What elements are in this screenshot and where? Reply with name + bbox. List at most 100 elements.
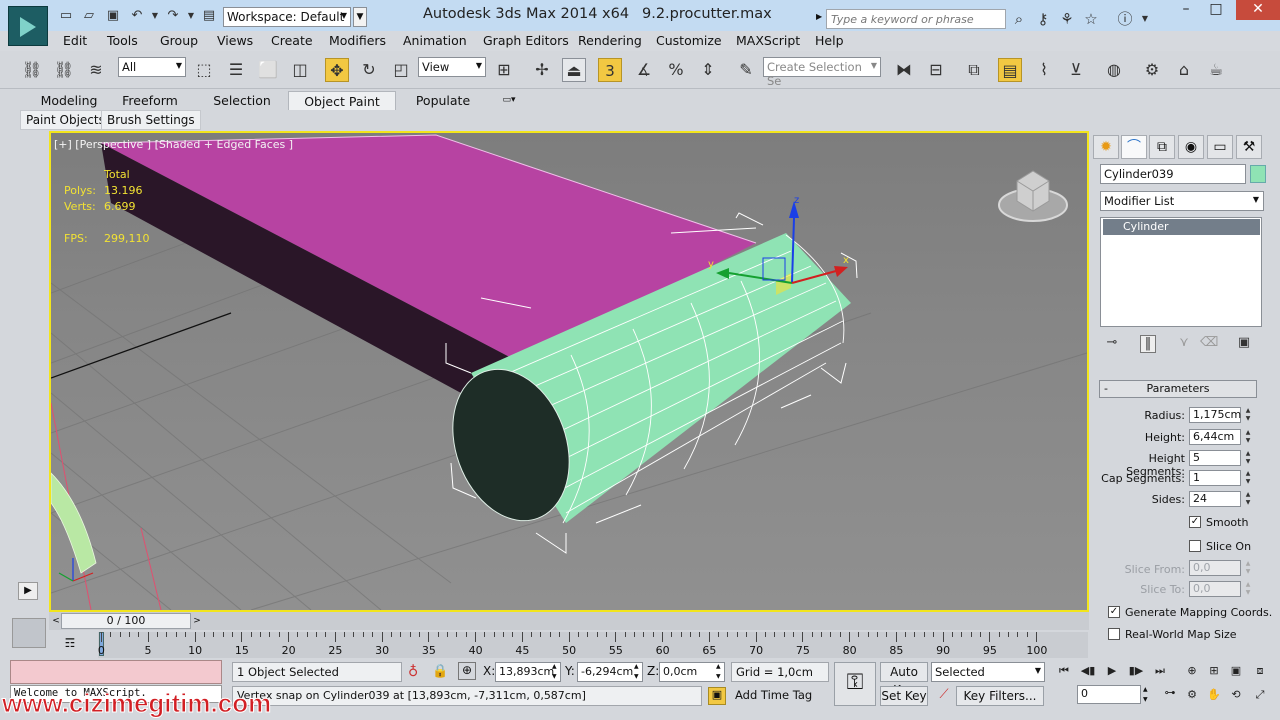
minimize-icon[interactable]: – xyxy=(1172,0,1200,20)
view-cube[interactable] xyxy=(998,170,1068,222)
go-to-end-icon[interactable]: ⏭ xyxy=(1150,664,1170,680)
app-logo-button[interactable] xyxy=(8,6,48,46)
height-field[interactable]: 6,44cm xyxy=(1189,429,1241,445)
layer-manager-icon[interactable]: ⧉ xyxy=(962,58,986,82)
help-icon[interactable]: ⓘ xyxy=(1116,10,1134,28)
play-animation-icon[interactable]: ▶ xyxy=(1102,664,1122,680)
utilities-panel-icon[interactable]: ⚒ xyxy=(1236,135,1262,159)
object-name-field[interactable]: Cylinder039 xyxy=(1100,164,1246,184)
pin-stack-icon[interactable]: ⊸ xyxy=(1104,335,1120,353)
sides-spinner[interactable]: ▲ ▼ xyxy=(1243,491,1253,507)
undo-icon[interactable]: ↶ xyxy=(129,8,145,23)
slice-to-field[interactable]: 0,0 xyxy=(1189,581,1241,597)
height-spinner[interactable]: ▲ ▼ xyxy=(1243,429,1253,445)
absolute-mode-icon[interactable]: ⊕ xyxy=(458,662,476,680)
select-object-icon[interactable]: ⬚ xyxy=(192,58,216,82)
time-slider[interactable] xyxy=(49,612,1089,630)
next-key-icon[interactable]: ▮▶ xyxy=(1126,664,1146,680)
subtab-brush-settings[interactable]: Brush Settings xyxy=(101,110,201,130)
slice-to-spinner[interactable]: ▲ ▼ xyxy=(1243,581,1253,597)
next-frame-icon[interactable]: > xyxy=(191,613,203,629)
smooth-checkbox[interactable]: ✓ xyxy=(1189,516,1201,528)
menu-animation[interactable]: Animation xyxy=(403,33,467,48)
height-segments-spinner[interactable]: ▲ ▼ xyxy=(1243,450,1253,466)
schematic-view-icon[interactable]: ⊻ xyxy=(1064,58,1088,82)
mirror-icon[interactable]: ⧓ xyxy=(892,58,916,82)
align-icon[interactable]: ⊟ xyxy=(924,58,948,82)
help-dropdown-icon[interactable]: ▼ xyxy=(1136,10,1154,28)
communication-center-icon[interactable]: ⚘ xyxy=(1058,10,1076,28)
subscription-icon[interactable]: ⚷ xyxy=(1034,10,1052,28)
scene-explorer-icon[interactable]: ▤ xyxy=(998,58,1022,82)
rectangular-selection-icon[interactable]: ⬜ xyxy=(256,58,280,82)
render-production-icon[interactable]: ☕ xyxy=(1204,58,1228,82)
zoom-icon[interactable]: ⊕ xyxy=(1182,664,1202,680)
remove-modifier-icon[interactable]: ⌫ xyxy=(1200,335,1218,353)
maxscript-mini-listener[interactable] xyxy=(10,660,222,684)
menu-maxscript[interactable]: MAXScript xyxy=(736,33,800,48)
undo-dropdown-icon[interactable]: ▼ xyxy=(147,8,163,23)
redo-icon[interactable]: ↷ xyxy=(165,8,181,23)
redo-dropdown-icon[interactable]: ▼ xyxy=(183,8,199,23)
snaps-toggle-icon[interactable]: 3 xyxy=(598,58,622,82)
select-and-rotate-icon[interactable]: ↻ xyxy=(357,58,381,82)
hierarchy-panel-icon[interactable]: ⧉ xyxy=(1149,135,1175,159)
menu-tools[interactable]: Tools xyxy=(107,33,138,48)
menu-graph-editors[interactable]: Graph Editors xyxy=(483,33,569,48)
slice-on-checkbox[interactable] xyxy=(1189,540,1201,552)
menu-views[interactable]: Views xyxy=(217,33,253,48)
modifier-list-dropdown[interactable]: Modifier List ▼ xyxy=(1100,191,1264,211)
pan-view-icon[interactable]: ✋ xyxy=(1204,688,1224,704)
isolate-selection-icon[interactable]: ♁ xyxy=(408,664,418,680)
pivot-center-icon[interactable]: ⊞ xyxy=(492,58,516,82)
customize-toolbar-icon[interactable]: ▼ xyxy=(353,7,367,27)
tab-selection[interactable]: Selection xyxy=(208,91,276,110)
go-to-start-icon[interactable]: ⏮ xyxy=(1054,664,1074,680)
angle-snap-icon[interactable]: ∡ xyxy=(632,58,656,82)
menu-modifiers[interactable]: Modifiers xyxy=(329,33,386,48)
selection-lock-icon[interactable]: 🔒 xyxy=(432,664,448,679)
radius-spinner[interactable]: ▲ ▼ xyxy=(1243,407,1253,423)
sides-field[interactable]: 24 xyxy=(1189,491,1241,507)
keyboard-shortcut-override-icon[interactable]: ⏏ xyxy=(562,58,586,82)
selection-filter-dropdown[interactable]: All ▼ xyxy=(118,57,186,77)
cap-segments-spinner[interactable]: ▲ ▼ xyxy=(1243,470,1253,486)
tab-object-paint[interactable]: Object Paint xyxy=(288,91,396,110)
x-spinner[interactable]: ▲ ▼ xyxy=(552,662,562,682)
key-filters-button[interactable]: Key Filters... xyxy=(956,686,1044,706)
stack-item-cylinder[interactable]: Cylinder xyxy=(1103,219,1260,235)
named-selection-dropdown[interactable]: Create Selection Se ▼ xyxy=(763,57,881,88)
save-icon[interactable]: ▣ xyxy=(105,8,121,23)
new-file-icon[interactable]: ▭ xyxy=(58,8,74,23)
select-and-link-icon[interactable]: ⛓ xyxy=(20,58,44,82)
set-key-button[interactable]: Set Key xyxy=(880,686,928,706)
mini-curve-toggle[interactable] xyxy=(12,618,46,648)
time-slider-thumb[interactable]: 0 / 100 xyxy=(61,613,191,629)
close-icon[interactable]: ✕ xyxy=(1236,0,1280,20)
menu-customize[interactable]: Customize xyxy=(656,33,722,48)
bind-space-warp-icon[interactable]: ≋ xyxy=(84,58,108,82)
orbit-icon[interactable]: ⟲ xyxy=(1226,688,1246,704)
y-spinner[interactable]: ▲ ▼ xyxy=(634,662,644,682)
configure-modifier-sets-icon[interactable]: ▣ xyxy=(1236,335,1252,353)
zoom-all-icon[interactable]: ⊞ xyxy=(1204,664,1224,680)
search-input[interactable]: Type a keyword or phrase xyxy=(826,9,1006,29)
set-keys-icon[interactable]: ⚿ xyxy=(834,662,876,706)
material-editor-icon[interactable]: ◍ xyxy=(1102,58,1126,82)
percent-snap-icon[interactable]: % xyxy=(664,58,688,82)
maximize-icon[interactable]: □ xyxy=(1202,0,1230,20)
open-file-icon[interactable]: ▱ xyxy=(81,8,97,23)
key-mode-dropdown[interactable]: Selected ▼ xyxy=(931,662,1045,682)
spinner-snap-icon[interactable]: ⇕ xyxy=(696,58,720,82)
slice-from-spinner[interactable]: ▲ ▼ xyxy=(1243,560,1253,576)
default-tangent-icon[interactable]: ⟋ xyxy=(934,687,954,705)
window-crossing-icon[interactable]: ◫ xyxy=(288,58,312,82)
zoom-extents-all-icon[interactable]: ⧈ xyxy=(1250,664,1270,680)
radius-field[interactable]: 1,175cm xyxy=(1189,407,1241,423)
menu-create[interactable]: Create xyxy=(271,33,313,48)
menu-help[interactable]: Help xyxy=(815,33,844,48)
parameters-rollout-header[interactable]: - Parameters xyxy=(1099,380,1257,398)
current-frame-spinner[interactable]: ▲ ▼ xyxy=(1143,685,1153,705)
height-segments-field[interactable]: 5 xyxy=(1189,450,1241,466)
real-world-map-checkbox[interactable] xyxy=(1108,628,1120,640)
